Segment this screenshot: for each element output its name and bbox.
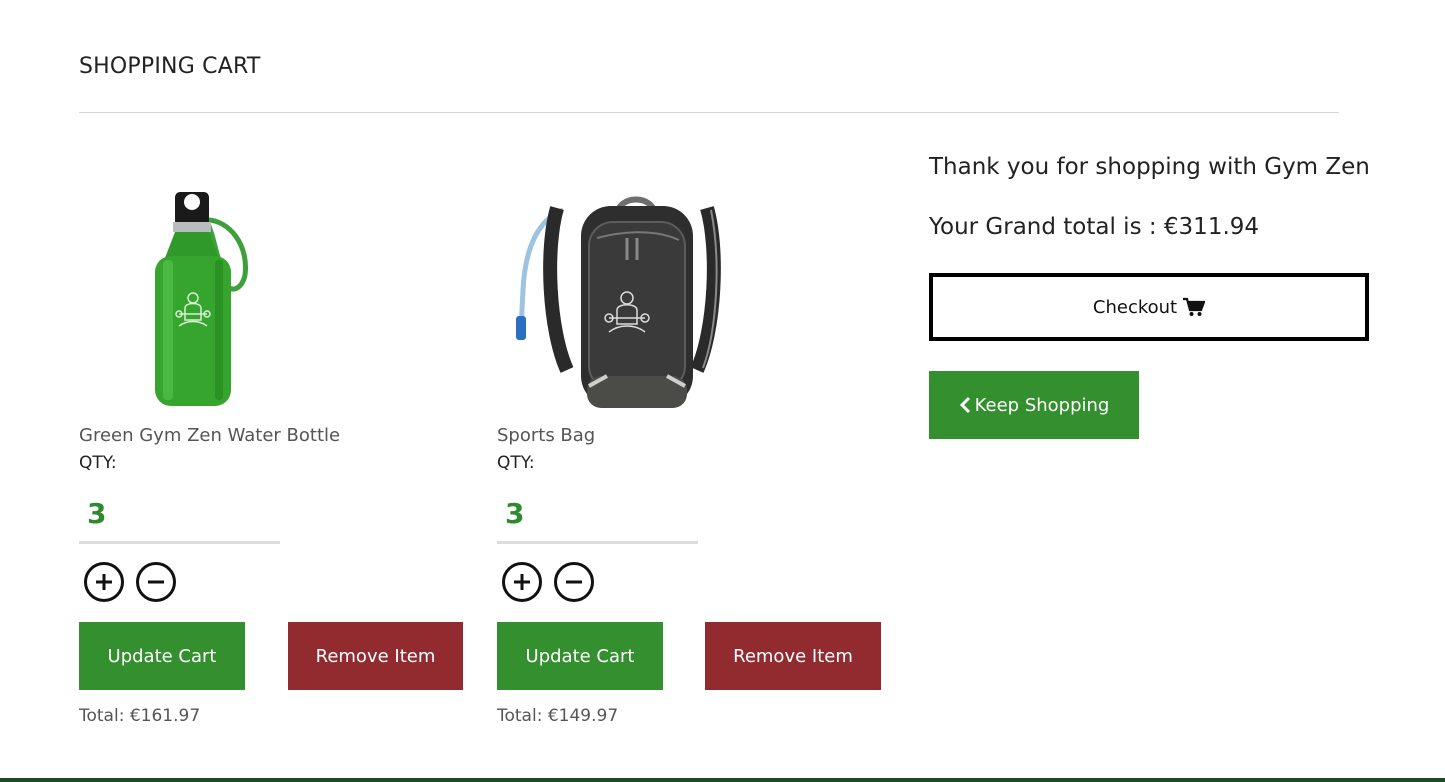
product-name[interactable]: Green Gym Zen Water Bottle <box>79 425 340 446</box>
minus-icon <box>148 580 164 584</box>
chevron-left-icon <box>959 396 971 414</box>
thank-you-message: Thank you for shopping with Gym Zen <box>929 154 1370 180</box>
increase-quantity-button[interactable] <box>84 562 124 602</box>
qty-label: QTY: <box>497 453 535 473</box>
keep-shopping-button[interactable]: Keep Shopping <box>929 371 1139 439</box>
quantity-input[interactable] <box>497 486 698 544</box>
quantity-input[interactable] <box>79 486 280 544</box>
remove-item-button[interactable]: Remove Item <box>288 622 463 690</box>
page-title: SHOPPING CART <box>79 54 261 79</box>
item-total: Total: €161.97 <box>79 706 201 726</box>
footer-bar <box>0 778 1445 782</box>
checkout-button[interactable]: Checkout <box>929 273 1369 341</box>
qty-label: QTY: <box>79 453 117 473</box>
increase-quantity-button[interactable] <box>502 562 542 602</box>
shopping-cart-page: SHOPPING CART Green Gym Zen Water Bottle… <box>0 0 1445 782</box>
remove-item-button[interactable]: Remove Item <box>705 622 881 690</box>
shopping-cart-icon <box>1183 297 1206 317</box>
update-cart-button[interactable]: Update Cart <box>497 622 663 690</box>
decrease-quantity-button[interactable] <box>554 562 594 602</box>
header-divider <box>79 112 1339 113</box>
checkout-label: Checkout <box>1092 296 1178 318</box>
backpack-image <box>516 196 721 408</box>
plus-icon <box>514 574 530 590</box>
plus-icon <box>96 574 112 590</box>
water-bottle-image <box>155 192 248 406</box>
minus-icon <box>566 580 582 584</box>
product-name[interactable]: Sports Bag <box>497 425 595 446</box>
decrease-quantity-button[interactable] <box>136 562 176 602</box>
keep-shopping-label: Keep Shopping <box>974 394 1110 416</box>
grand-total: Your Grand total is : €311.94 <box>929 214 1260 240</box>
item-total: Total: €149.97 <box>497 706 619 726</box>
update-cart-button[interactable]: Update Cart <box>79 622 245 690</box>
